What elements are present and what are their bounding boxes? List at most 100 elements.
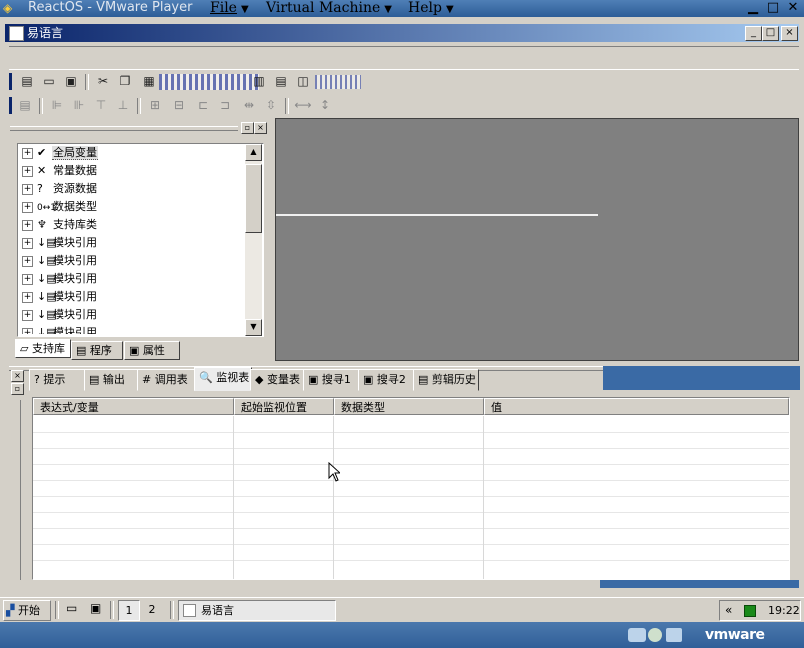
scroll-down-icon[interactable]: ▼	[245, 319, 262, 336]
table-row[interactable]	[33, 480, 789, 481]
save-icon[interactable]: ▣	[61, 72, 81, 90]
vm-device-cd-icon[interactable]	[648, 628, 662, 642]
start-button[interactable]: ▞ 开始	[3, 600, 51, 621]
open-folder-icon[interactable]: ▭	[39, 72, 59, 90]
table-row[interactable]	[33, 464, 789, 465]
variable-icon: ◆	[255, 373, 264, 386]
show-desktop-icon[interactable]: ▭	[66, 601, 77, 615]
network-status-icon[interactable]	[744, 605, 756, 617]
tab-variables[interactable]: ◆ 变量表	[250, 369, 304, 391]
library-icon: ▱	[20, 342, 32, 355]
app-minimize-button[interactable]: _	[745, 26, 762, 41]
tree-scrollbar[interactable]: ▲ ▼	[245, 144, 262, 336]
tab-call-stack[interactable]: # 调用表	[137, 369, 195, 391]
align-right-icon[interactable]: ⊪	[69, 96, 89, 114]
split-icon[interactable]: ◫	[293, 72, 313, 90]
tab-program[interactable]: ▤ 程序	[71, 341, 123, 360]
vm-close-button[interactable]: ✕	[786, 0, 800, 16]
editor-workspace[interactable]	[275, 118, 799, 361]
menu-virtual-machine[interactable]: Virtual Machine ▼	[266, 0, 392, 18]
window-icon[interactable]: ▤	[271, 72, 291, 90]
glitch-icon-strip	[159, 74, 259, 90]
bottom-panel-grip[interactable]	[20, 400, 27, 580]
browser-icon[interactable]: ▣	[90, 601, 101, 615]
space-h-icon[interactable]: ⇹	[239, 96, 259, 114]
vm-device-network-icon[interactable]	[628, 628, 646, 642]
tree-item[interactable]: + ↓▤模块引用	[22, 234, 98, 252]
tab-watch[interactable]: 🔍 监视表	[194, 367, 252, 391]
panel-close-button[interactable]: ×	[254, 122, 267, 134]
bottom-panel-restore-button[interactable]: ▫	[11, 383, 24, 395]
center-h-icon[interactable]: ⊞	[145, 96, 165, 114]
table-row[interactable]	[33, 448, 789, 449]
same-height-icon[interactable]: ⊐	[215, 96, 235, 114]
table-row[interactable]	[33, 432, 789, 433]
watch-table[interactable]: 表达式/变量 起始监视位置 数据类型 值	[32, 397, 790, 580]
menu-file[interactable]: File ▼	[210, 0, 249, 18]
vm-minimize-button[interactable]: ▁	[746, 0, 760, 16]
column-header-value[interactable]: 值	[484, 398, 789, 415]
align-left-icon[interactable]: ⊫	[47, 96, 67, 114]
new-file-icon[interactable]: ▤	[17, 72, 37, 90]
paste-icon[interactable]: ▦	[139, 72, 159, 90]
menu-help[interactable]: Help ▼	[408, 0, 454, 18]
toolbar-grip[interactable]	[9, 73, 12, 90]
app-maximize-button[interactable]: □	[762, 26, 779, 41]
bottom-panel-close-button[interactable]: ×	[11, 370, 24, 382]
tree-item[interactable]: +? 资源数据	[22, 180, 98, 198]
column-header-data-type[interactable]: 数据类型	[334, 398, 484, 415]
toolbar-separator	[285, 98, 289, 114]
windows-logo-icon: ▞	[6, 604, 15, 617]
scroll-up-icon[interactable]: ▲	[245, 144, 262, 161]
tree-item[interactable]: + ♆ 支持库类	[22, 216, 98, 234]
table-row[interactable]	[33, 544, 789, 545]
table-row[interactable]	[33, 496, 789, 497]
tree-item[interactable]: + ↓▤模块引用	[22, 324, 98, 334]
tree-item[interactable]: + ↓▤模块引用	[22, 288, 98, 306]
library-tree[interactable]: + ✔ 全局变量 + ✕ 常量数据 +? 资源数据 +0↔1数据类型 + ♆ 支持库类 + ↓▤…	[17, 143, 264, 337]
panel-grip[interactable]	[10, 126, 238, 131]
center-v-icon[interactable]: ⊟	[169, 96, 189, 114]
table-row[interactable]	[33, 560, 789, 561]
clock[interactable]: 19:22	[768, 601, 800, 620]
app-close-button[interactable]: ×	[781, 26, 798, 41]
column-divider	[483, 416, 484, 579]
align-top-icon[interactable]: ⊤	[91, 96, 111, 114]
table-row[interactable]	[33, 528, 789, 529]
tray-expand-button[interactable]: «	[725, 601, 732, 620]
cut-icon[interactable]: ✂	[93, 72, 113, 90]
stretch-v-icon[interactable]: ↕	[315, 96, 335, 114]
tab-clip-history[interactable]: ▤ 剪辑历史	[413, 369, 479, 391]
tab-search2[interactable]: ▣ 搜寻2	[358, 369, 414, 391]
tab-hint[interactable]: ? 提示	[29, 369, 85, 391]
toolbar-grip[interactable]	[9, 97, 12, 114]
tab-support-library[interactable]: ▱ 支持库	[15, 339, 71, 358]
align-bottom-icon[interactable]: ⊥	[113, 96, 133, 114]
tree-item[interactable]: + ✕ 常量数据	[22, 162, 98, 180]
tab-output[interactable]: ▤ 输出	[84, 369, 138, 391]
tree-item[interactable]: + ✔ 全局变量	[22, 144, 98, 162]
same-width-icon[interactable]: ⊏	[193, 96, 213, 114]
scroll-thumb[interactable]	[245, 164, 262, 233]
tree-item[interactable]: +0↔1数据类型	[22, 198, 98, 216]
app-menu-bar	[9, 46, 799, 70]
stretch-h-icon[interactable]: ⟷	[293, 96, 313, 114]
tab-properties[interactable]: ▣ 属性	[124, 341, 180, 360]
vm-maximize-button[interactable]: □	[766, 0, 780, 16]
tab-search1[interactable]: ▣ 搜寻1	[303, 369, 359, 391]
tree-item[interactable]: + ↓▤模块引用	[22, 306, 98, 324]
tree-item[interactable]: + ↓▤模块引用	[22, 252, 98, 270]
workspace-2-button[interactable]: 2	[142, 600, 162, 619]
column-header-expression[interactable]: 表达式/变量	[33, 398, 234, 415]
space-v-icon[interactable]: ⇳	[261, 96, 281, 114]
workspace-1-button[interactable]: 1	[118, 600, 140, 621]
layout-icon[interactable]: ▥	[249, 72, 269, 90]
column-header-start-position[interactable]: 起始监视位置	[234, 398, 334, 415]
panel-restore-button[interactable]: ▫	[241, 122, 254, 134]
form-icon[interactable]: ▤	[15, 96, 35, 114]
table-row[interactable]	[33, 512, 789, 513]
taskbar-task-button[interactable]: 易语言	[178, 600, 336, 621]
copy-icon[interactable]: ❐	[115, 72, 135, 90]
vm-device-monitor-icon[interactable]	[666, 628, 682, 642]
tree-item[interactable]: + ↓▤模块引用	[22, 270, 98, 288]
